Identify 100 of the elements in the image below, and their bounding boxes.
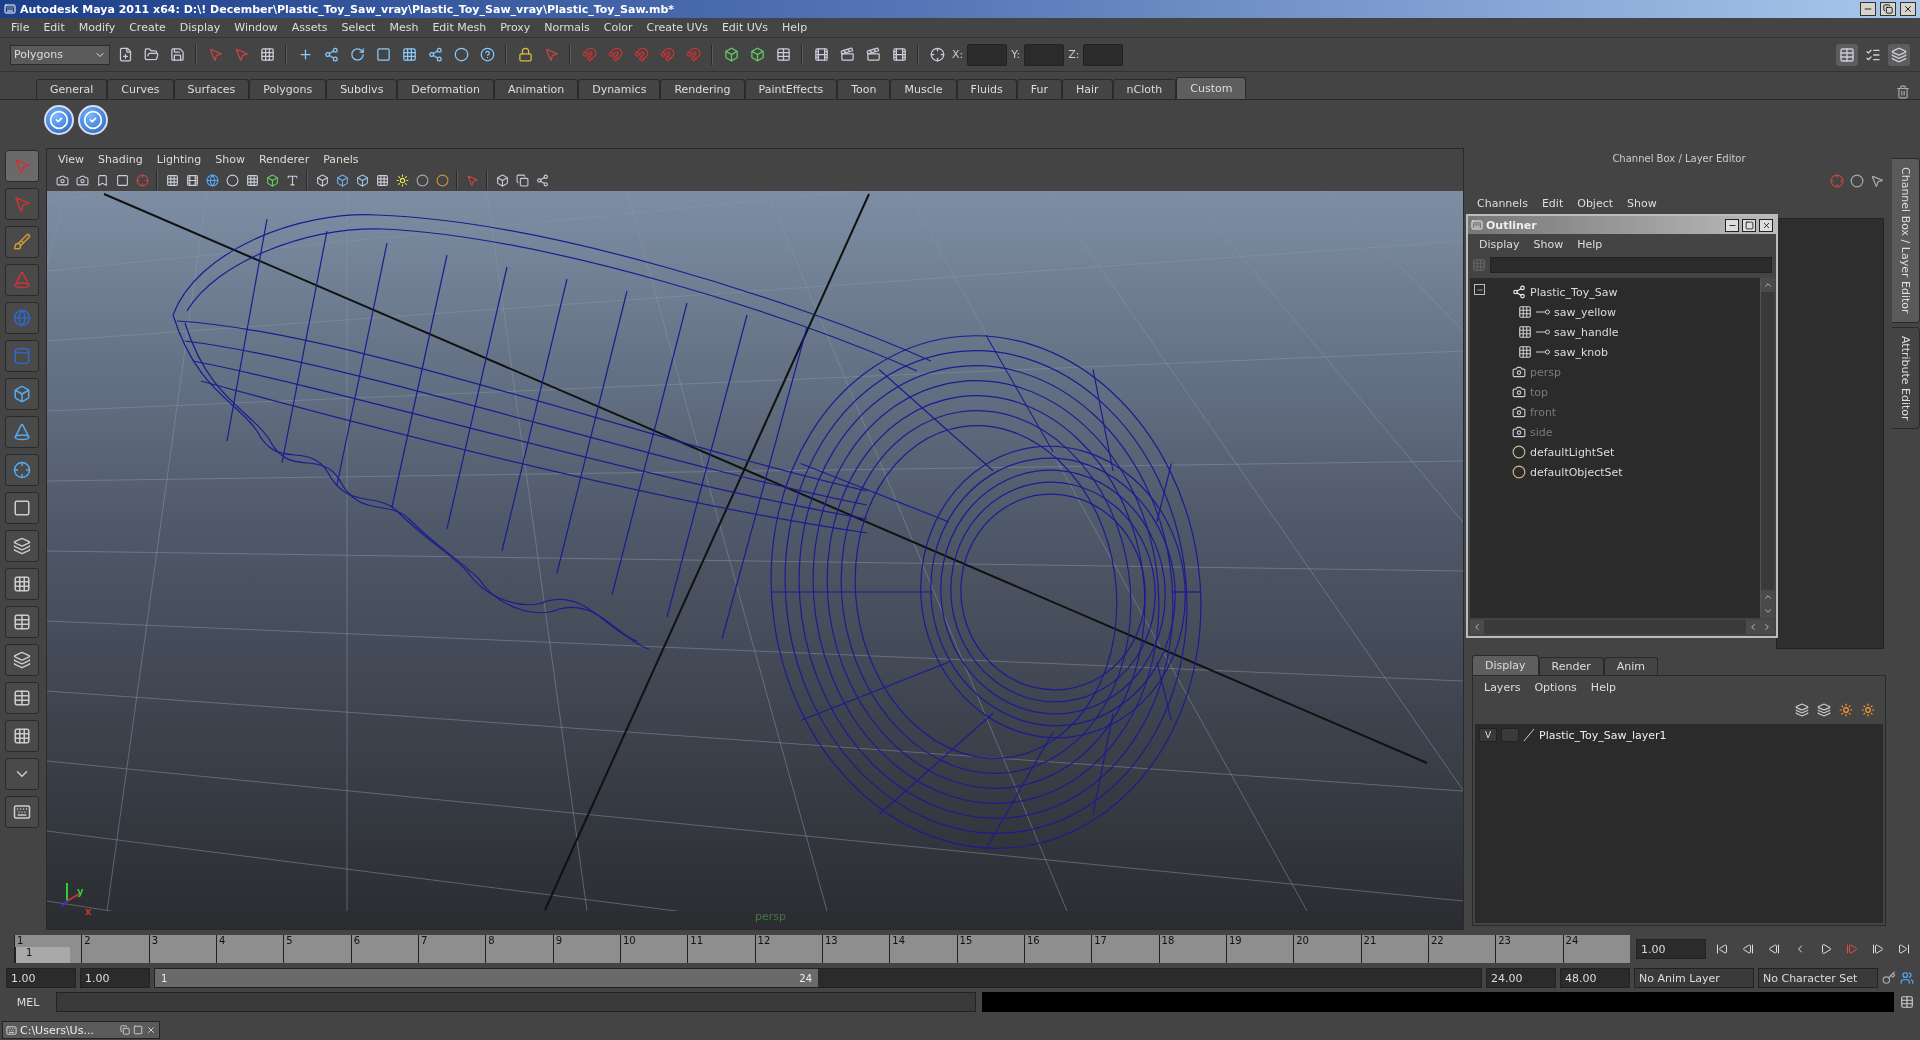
minimized-window-title: C:\Users\Us... <box>20 1023 95 1037</box>
frame-tick: 2 <box>81 935 149 963</box>
layer-name[interactable]: Plastic_Toy_Saw_layer1 <box>1539 728 1667 742</box>
side-tab[interactable]: Channel Box / Layer Editor <box>1892 158 1920 323</box>
menu-item[interactable]: Modify <box>71 21 123 34</box>
menu-item[interactable]: Select <box>334 21 383 34</box>
frame-tick: 5 <box>283 935 351 963</box>
layer-tab[interactable]: Anim <box>1603 657 1658 675</box>
axis-label: x <box>85 906 92 917</box>
panel-title: Channel Box / Layer Editor <box>1611 151 1747 166</box>
axis-label: y <box>77 886 84 897</box>
shelf-tab[interactable]: Rendering <box>660 79 745 99</box>
menu-item[interactable]: Help <box>1583 680 1623 694</box>
frame-tick: 15 <box>956 935 1024 963</box>
menu-item[interactable]: Create UVs <box>639 21 715 34</box>
frame-tick: 20 <box>1293 935 1361 963</box>
menu-item[interactable]: Show <box>208 152 252 166</box>
menu-item[interactable]: Show <box>1526 237 1571 251</box>
shelf-tab[interactable]: Animation <box>494 79 579 99</box>
shelf-tab[interactable]: Subdivs <box>326 79 398 99</box>
minimized-window[interactable]: C:\Users\Us... <box>2 1021 160 1039</box>
shelf-tab[interactable]: Custom <box>1176 77 1247 99</box>
menu-item[interactable]: Window <box>227 21 285 34</box>
shelf-tab[interactable]: nCloth <box>1112 79 1177 99</box>
frame-tick: 10 <box>619 935 688 963</box>
menu-item[interactable]: Edit <box>36 21 72 34</box>
menu-item[interactable]: Color <box>596 21 640 34</box>
frame-tick: 19 <box>1225 935 1294 963</box>
shelf-tab[interactable]: Dynamics <box>578 79 661 99</box>
time-slider[interactable]: 1 2 3 4 5 6 7 8 9 10 11 12 13 14 15 16 17 18 19 20 21 22 23 24 1 <box>14 935 1630 963</box>
anim-layer-dropdown[interactable]: No Anim Layer <box>1634 968 1754 988</box>
menu-item[interactable]: File <box>4 21 37 34</box>
character-set-dropdown[interactable]: No Character Set <box>1758 968 1878 988</box>
mode-dropdown[interactable]: Polygons <box>10 44 110 65</box>
shelf-tab[interactable]: Deformation <box>397 79 495 99</box>
menu-item[interactable]: Edit <box>1534 196 1571 210</box>
menu-item[interactable]: Proxy <box>493 21 538 34</box>
menu-item[interactable]: Help <box>775 21 815 34</box>
window-title: Autodesk Maya 2011 x64: D:\! December\Plastic_Toy_Saw_vray\Plastic_Toy_Saw_vray\Plastic_Toy_Saw.mb* <box>20 2 676 16</box>
shelf-tab[interactable]: Hair <box>1061 79 1113 99</box>
shelf-tab[interactable]: Toon <box>837 79 891 99</box>
outliner-item[interactable]: saw_knob <box>1554 345 1609 359</box>
range-end-label: 24 <box>799 972 812 984</box>
frame-tick: 17 <box>1091 935 1159 963</box>
frame-tick: 12 <box>754 935 822 963</box>
menu-item[interactable]: Normals <box>537 21 597 34</box>
menu-item[interactable]: Create <box>122 21 173 34</box>
outliner-item[interactable]: Plastic_Toy_Saw <box>1530 285 1618 299</box>
frame-tick: 6 <box>350 935 418 963</box>
frame-tick: 11 <box>687 935 755 963</box>
shelf-tab[interactable]: Fluids <box>956 79 1017 99</box>
menu-item[interactable]: Channels <box>1470 196 1535 210</box>
menu-item[interactable]: Edit UVs <box>714 21 776 34</box>
menu-item[interactable]: View <box>51 152 92 166</box>
frame-tick: 14 <box>889 935 957 963</box>
shelf-tab[interactable]: Polygons <box>249 79 327 99</box>
outliner-title: Outliner <box>1486 218 1538 232</box>
menu-item[interactable]: Object <box>1570 196 1621 210</box>
playback-end-field[interactable]: 24.00 <box>1486 968 1556 988</box>
menu-item[interactable]: Help <box>1570 237 1610 251</box>
menu-item[interactable]: Lighting <box>149 152 209 166</box>
outliner-item[interactable]: defaultLightSet <box>1530 445 1615 459</box>
outliner-item[interactable]: defaultObjectSet <box>1530 465 1623 479</box>
current-frame-marker[interactable]: 1 <box>14 947 70 963</box>
menu-item[interactable]: Shading <box>91 152 150 166</box>
shelf-tab[interactable]: Fur <box>1016 79 1062 99</box>
playback-start-field[interactable]: 1.00 <box>80 968 150 988</box>
menu-item[interactable]: Display <box>172 21 228 34</box>
frame-tick: 23 <box>1495 935 1563 963</box>
shelf-tab[interactable]: PaintEffects <box>744 79 838 99</box>
menu-item[interactable]: Panels <box>316 152 366 166</box>
visibility-toggle[interactable]: V <box>1479 728 1497 742</box>
frame-tick: 24 <box>1562 935 1630 963</box>
frame-tick: 7 <box>417 935 486 963</box>
range-start-label: 1 <box>161 972 168 984</box>
shelf-tab[interactable]: General <box>36 79 108 99</box>
menu-item[interactable]: Mesh <box>382 21 426 34</box>
shelf-tab[interactable]: Surfaces <box>173 79 250 99</box>
current-time-field[interactable]: 1.00 <box>1636 939 1706 959</box>
frame-tick: 21 <box>1360 935 1428 963</box>
layer-tab[interactable]: Display <box>1472 655 1539 675</box>
menu-item[interactable]: Display <box>1472 237 1527 251</box>
outliner-item[interactable]: saw_handle <box>1554 325 1619 339</box>
menu-item[interactable]: Layers <box>1477 680 1528 694</box>
side-tab[interactable]: Attribute Editor <box>1892 326 1920 430</box>
start-time-field[interactable]: 1.00 <box>6 968 76 988</box>
shelf-tab[interactable]: Curves <box>107 79 174 99</box>
menu-item[interactable]: Edit Mesh <box>425 21 494 34</box>
range-slider[interactable]: 1 24 <box>155 969 818 987</box>
menu-item[interactable]: Options <box>1527 680 1584 694</box>
shelf-tab[interactable]: Muscle <box>890 79 957 99</box>
command-language-label[interactable]: MEL <box>6 995 50 1009</box>
end-time-field[interactable]: 48.00 <box>1560 968 1630 988</box>
menu-item[interactable]: Show <box>1620 196 1664 210</box>
coordinate-label: Y: <box>1011 48 1021 61</box>
menu-item[interactable]: Assets <box>284 21 335 34</box>
outliner-item[interactable]: saw_yellow <box>1554 305 1617 319</box>
coordinate-label: Z: <box>1068 48 1080 61</box>
layer-tab[interactable]: Render <box>1538 657 1604 675</box>
menu-item[interactable]: Renderer <box>251 152 317 166</box>
